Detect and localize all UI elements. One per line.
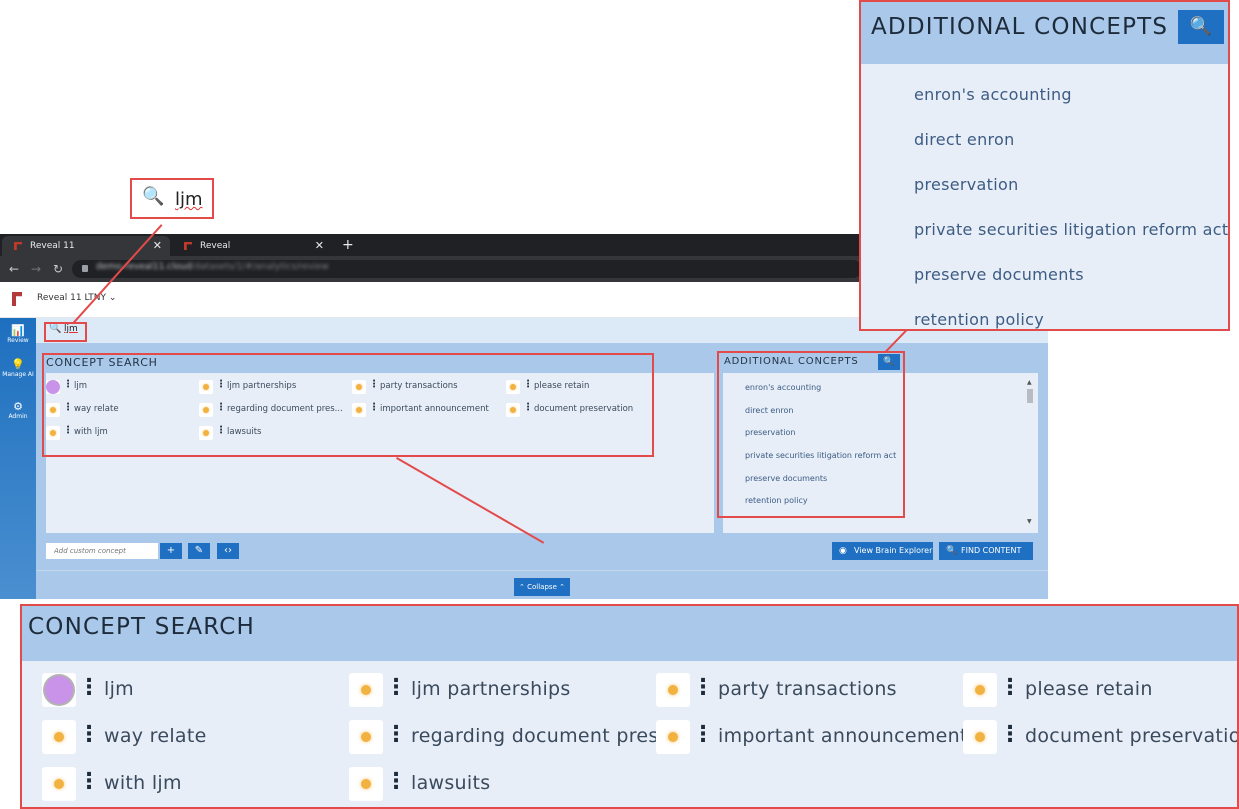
kebab-menu-icon[interactable]: ⋮: [692, 722, 714, 747]
kebab-menu-icon[interactable]: ⋮: [78, 722, 100, 747]
search-refresh-icon: 🔍: [1189, 16, 1213, 37]
concept-dot-icon[interactable]: [42, 720, 76, 754]
kebab-menu-icon[interactable]: ⋮: [999, 675, 1021, 700]
divider: [36, 570, 1048, 571]
reload-icon[interactable]: ↻: [53, 260, 63, 278]
reveal-favicon-icon: [14, 242, 22, 250]
url-field[interactable]: demo-reveal11.cloud/datasets/1/#/analyti…: [72, 260, 862, 278]
reveal-logo-icon: [12, 292, 22, 306]
concept-search-title: CONCEPT SEARCH: [28, 614, 256, 640]
concept-search-highlight-box: [42, 353, 654, 457]
concept-dot-icon[interactable]: [42, 767, 76, 801]
concept-dot-icon[interactable]: [42, 673, 76, 707]
concept-dot-icon[interactable]: [656, 720, 690, 754]
edit-concept-button[interactable]: ✎: [188, 543, 210, 559]
kebab-menu-icon[interactable]: ⋮: [692, 675, 714, 700]
concept-dot-icon[interactable]: [963, 673, 997, 707]
concept-dot-icon[interactable]: [349, 767, 383, 801]
kebab-menu-icon[interactable]: ⋮: [78, 769, 100, 794]
concept-dot-icon[interactable]: [963, 720, 997, 754]
add-concept-button[interactable]: +: [160, 543, 182, 559]
additional-concept-item[interactable]: private securities litigation reform act: [914, 220, 1228, 239]
collapse-button[interactable]: ⌃ Collapse ⌃: [514, 578, 570, 596]
search-callout: 🔍 ljm: [130, 178, 214, 219]
close-tab-icon[interactable]: ✕: [153, 236, 162, 256]
additional-concepts-callout: ADDITIONAL CONCEPTS 🔍 enron's accounting…: [859, 0, 1230, 331]
back-icon[interactable]: ←: [9, 260, 19, 278]
kebab-menu-icon[interactable]: ⋮: [78, 675, 100, 700]
lock-icon: [82, 265, 88, 272]
additional-concepts-highlight-box: [717, 351, 905, 518]
tab-reveal[interactable]: Reveal ✕: [172, 236, 332, 256]
plus-icon: +: [166, 545, 176, 556]
gear-icon: ⚙: [13, 400, 23, 413]
view-brain-explorer-button[interactable]: ◉ View Brain Explorer: [832, 542, 933, 560]
kebab-menu-icon[interactable]: ⋮: [385, 722, 407, 747]
concept-dot-icon[interactable]: [656, 673, 690, 707]
left-nav: 📊 Review 💡 Manage AI ⚙ Admin: [0, 318, 36, 599]
bar-chart-icon: 📊: [11, 324, 25, 337]
additional-concept-item[interactable]: preservation: [914, 175, 1019, 194]
find-content-button[interactable]: 🔍 FIND CONTENT: [939, 542, 1033, 560]
kebab-menu-icon[interactable]: ⋮: [385, 675, 407, 700]
additional-concept-item[interactable]: direct enron: [914, 130, 1015, 149]
nav-item-admin[interactable]: ⚙ Admin: [0, 400, 36, 420]
project-selector[interactable]: Reveal 11 LTNY ⌄: [37, 293, 116, 303]
reveal-favicon-icon: [184, 242, 192, 250]
concept-search-callout: CONCEPT SEARCH ⋮ ljm ⋮ ljm partnerships …: [20, 604, 1239, 809]
code-icon: ‹›: [224, 545, 232, 556]
concept-dot-icon[interactable]: [349, 720, 383, 754]
search-highlight-box: [44, 322, 87, 342]
chevron-up-icon: ⌃: [519, 583, 525, 591]
kebab-menu-icon[interactable]: ⋮: [999, 722, 1021, 747]
code-view-button[interactable]: ‹›: [217, 543, 239, 559]
additional-concept-item[interactable]: preserve documents: [914, 265, 1084, 284]
scrollbar[interactable]: ▲ ▼: [1026, 379, 1034, 525]
forward-icon[interactable]: →: [31, 260, 41, 278]
additional-concepts-title: ADDITIONAL CONCEPTS: [871, 14, 1169, 40]
kebab-menu-icon[interactable]: ⋮: [385, 769, 407, 794]
search-icon: 🔍: [142, 186, 165, 207]
scroll-down-icon[interactable]: ▼: [1027, 518, 1032, 525]
scroll-up-icon[interactable]: ▲: [1027, 379, 1032, 386]
scrollbar-thumb[interactable]: [1027, 389, 1033, 403]
custom-concept-input[interactable]: [46, 543, 158, 559]
chevron-up-icon: ⌃: [559, 583, 565, 591]
edit-icon: ✎: [194, 545, 204, 556]
lightbulb-icon: 💡: [11, 358, 25, 371]
additional-concept-item[interactable]: retention policy: [914, 310, 1044, 329]
additional-concept-item[interactable]: enron's accounting: [914, 85, 1072, 104]
tab-reveal-11[interactable]: Reveal 11 ✕: [2, 236, 170, 256]
nav-item-manage-ai[interactable]: 💡 Manage AI: [0, 358, 36, 378]
chevron-down-icon: ⌄: [108, 293, 117, 303]
concept-dot-icon[interactable]: [349, 673, 383, 707]
additional-concepts-search-button[interactable]: 🔍: [1178, 10, 1224, 44]
search-icon: 🔍: [946, 546, 958, 556]
new-tab-icon[interactable]: +: [342, 234, 354, 256]
compass-icon: ◉: [839, 546, 847, 556]
nav-item-review[interactable]: 📊 Review: [0, 324, 36, 344]
close-tab-icon[interactable]: ✕: [315, 236, 324, 256]
